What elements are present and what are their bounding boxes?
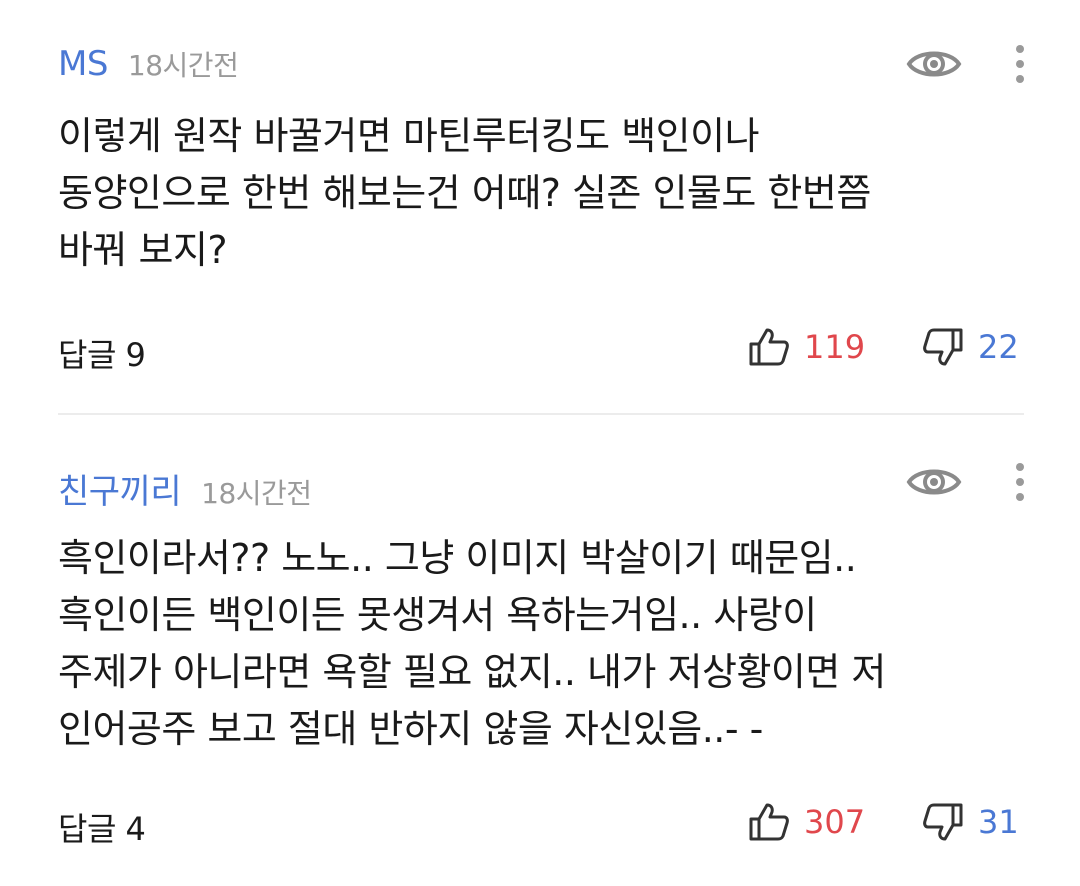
more-vertical-icon[interactable] [1008,44,1032,84]
comment-item: MS 18시간전 이렇게 원작 바꿀거면 마틴루터킹도 백인이나 동양인으로 한… [0,0,1080,414]
comment-divider [58,413,1024,415]
comment-text-line: 이렇게 원작 바꿀거면 마틴루터킹도 백인이나 [58,114,760,158]
comment-text-line: 바꿔 보지? [58,228,228,272]
like-count: 119 [804,328,866,366]
reply-button[interactable]: 답글 9 [58,330,146,376]
thumbs-down-icon [922,802,964,842]
like-count: 307 [804,803,866,841]
thumbs-up-icon [748,327,790,367]
comment-username[interactable]: MS [58,44,108,84]
comment-username[interactable]: 친구끼리 [58,464,182,513]
dislike-button[interactable]: 22 [922,327,1019,367]
dislike-button[interactable]: 31 [922,802,1019,842]
comment-time: 18시간전 [127,49,239,82]
comment-header: MS 18시간전 [58,44,239,84]
dislike-count: 31 [978,803,1019,841]
thumbs-down-icon [922,327,964,367]
like-button[interactable]: 307 [748,802,865,842]
comment-text-line: 흑인이라서?? 노노.. 그냥 이미지 박살이기 때문임.. [58,536,857,580]
eye-icon[interactable] [906,46,962,82]
more-vertical-icon[interactable] [1008,462,1032,502]
comment-text: 흑인이라서?? 노노.. 그냥 이미지 박살이기 때문임.. 흑인이든 백인이든… [58,530,1048,758]
dislike-count: 22 [978,328,1019,366]
thumbs-up-icon [748,802,790,842]
comment-time: 18시간전 [201,477,312,510]
comment-header: 친구끼리 18시간전 [58,464,312,513]
comment-item: 친구끼리 18시간전 흑인이라서?? 노노.. 그냥 이미지 박살이기 때문임.… [0,416,1080,886]
reply-button[interactable]: 답글 4 [58,804,146,850]
comment-text-line: 흑인이든 백인이든 못생겨서 욕하는거임.. 사랑이 [58,593,817,637]
comment-text-line: 인어공주 보고 절대 반하지 않을 자신있음..- - [58,707,763,751]
comment-text-line: 동양인으로 한번 해보는건 어때? 실존 인물도 한번쯤 [58,171,871,215]
comment-text: 이렇게 원작 바꿀거면 마틴루터킹도 백인이나 동양인으로 한번 해보는건 어때… [58,108,1048,279]
like-button[interactable]: 119 [748,327,865,367]
comment-text-line: 주제가 아니라면 욕할 필요 없지.. 내가 저상황이면 저 [58,650,886,694]
eye-icon[interactable] [906,464,962,500]
